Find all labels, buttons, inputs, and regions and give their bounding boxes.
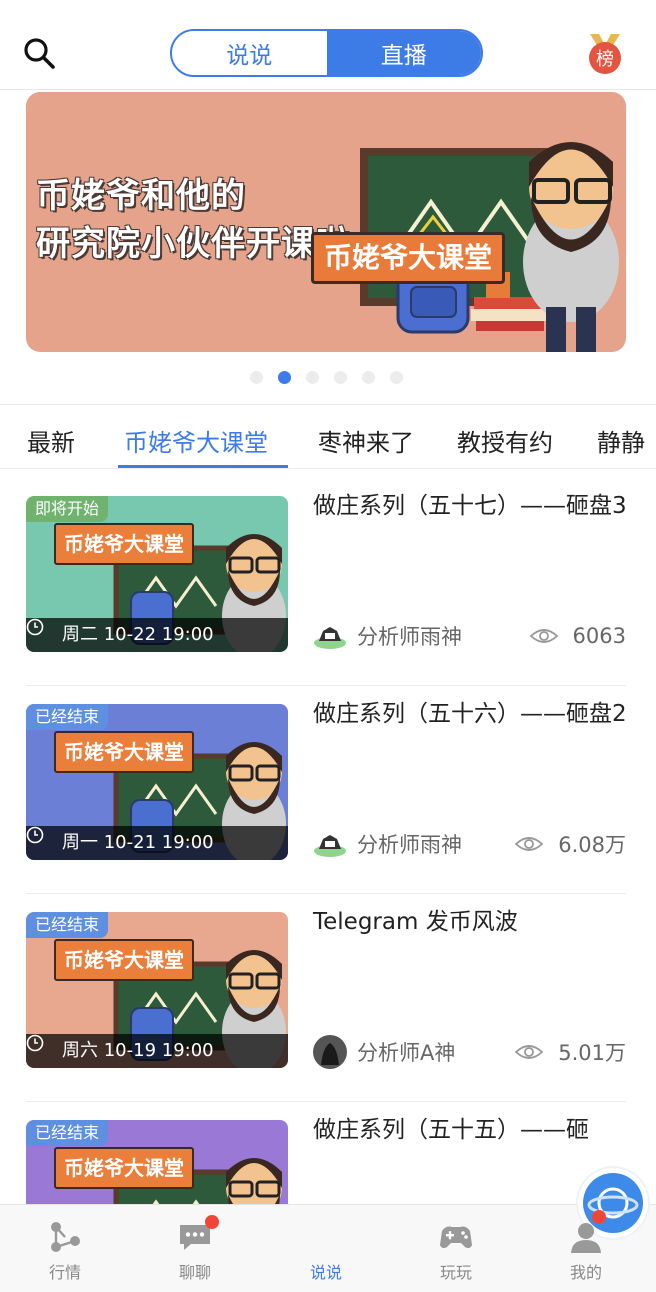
category-tab-classroom[interactable]: 币姥爷大课堂 <box>124 423 268 458</box>
banner-dot[interactable] <box>362 371 375 384</box>
banner-dot[interactable] <box>250 371 263 384</box>
live-card[interactable]: 币姥爷大课堂 已经结束 周一 10-21 19:00 做庄系列（五十六）——砸盘… <box>26 686 628 894</box>
clock-icon <box>26 826 44 844</box>
category-tabs: 最新 币姥爷大课堂 枣神来了 教授有约 静静 <box>0 404 656 469</box>
nav-shuoshuo[interactable]: 说说 <box>286 1168 648 1292</box>
nav-profile[interactable]: 我的 <box>546 1205 626 1292</box>
author[interactable]: 分析师A神 <box>313 1034 455 1070</box>
gamepad-icon <box>440 1226 472 1249</box>
user-icon <box>571 1223 601 1253</box>
view-count: 6.08万 <box>514 826 626 862</box>
category-tab-zaoshen[interactable]: 枣神来了 <box>318 423 414 458</box>
promo-banner[interactable]: 币姥爷和他的 研究院小伙伴开课啦 币姥爷大课堂 <box>26 92 626 352</box>
thumbnail-course-tag: 币姥爷大课堂 <box>54 731 194 773</box>
thumbnail-course-tag: 币姥爷大课堂 <box>54 523 194 565</box>
status-badge: 已经结束 <box>26 1120 109 1146</box>
author-name: 分析师A神 <box>357 1041 456 1065</box>
live-thumbnail[interactable]: 币姥爷大课堂 已经结束 周六 10-19 19:00 <box>26 912 288 1068</box>
banner-dot[interactable] <box>306 371 319 384</box>
nav-market[interactable]: 行情 <box>25 1205 105 1292</box>
author-name: 分析师雨神 <box>357 833 462 857</box>
schedule-time-text: 周六 10-19 19:00 <box>62 1040 214 1061</box>
live-card[interactable]: 币姥爷大课堂 即将开始 周二 10-22 19:00 做庄系列（五十七）——砸盘… <box>26 478 628 686</box>
banner-pagination <box>250 371 403 384</box>
live-title[interactable]: 做庄系列（五十五）——砸 <box>313 1112 628 1148</box>
banner-dot[interactable] <box>334 371 347 384</box>
notification-dot <box>205 1215 219 1229</box>
banner-dot-active[interactable] <box>278 371 291 384</box>
nav-label: 行情 <box>48 1263 81 1282</box>
category-tab-latest[interactable]: 最新 <box>27 423 75 458</box>
status-badge: 已经结束 <box>26 912 109 938</box>
market-nodes-icon <box>51 1222 80 1252</box>
view-count: 6063 <box>529 618 626 654</box>
banner-course-tag: 币姥爷大课堂 <box>311 232 506 284</box>
author[interactable]: 分析师雨神 <box>313 826 462 862</box>
nav-play[interactable]: 玩玩 <box>416 1205 496 1292</box>
top-bar: 说说 直播 榜 <box>0 0 656 90</box>
author-name: 分析师雨神 <box>357 625 462 649</box>
live-card[interactable]: 币姥爷大课堂 已经结束 周六 10-19 19:00 Telegram 发币风波… <box>26 894 626 1102</box>
view-count: 5.01万 <box>514 1034 626 1070</box>
thumbnail-course-tag: 币姥爷大课堂 <box>54 1147 194 1189</box>
view-count-text: 5.01万 <box>558 1041 626 1065</box>
clock-icon <box>26 1034 44 1052</box>
nav-chat[interactable]: 聊聊 <box>155 1205 235 1292</box>
banner-dot[interactable] <box>390 371 403 384</box>
clock-icon <box>26 618 44 636</box>
view-count-text: 6.08万 <box>558 833 626 857</box>
tab-shuoshuo[interactable]: 说说 <box>172 31 327 75</box>
status-badge: 已经结束 <box>26 704 109 730</box>
nav-label: 聊聊 <box>178 1263 211 1282</box>
nav-label: 玩玩 <box>439 1263 472 1282</box>
schedule-time: 周二 10-22 19:00 <box>26 618 288 652</box>
mode-segmented-control: 说说 直播 <box>170 29 483 77</box>
view-count-text: 6063 <box>572 624 626 648</box>
eye-icon <box>514 1045 544 1059</box>
author-avatar <box>314 627 346 649</box>
live-title[interactable]: 做庄系列（五十七）——砸盘3 <box>313 488 628 524</box>
schedule-time-text: 周二 10-22 19:00 <box>62 624 214 645</box>
tab-live[interactable]: 直播 <box>326 31 481 75</box>
live-thumbnail[interactable]: 币姥爷大课堂 已经结束 周一 10-21 19:00 <box>26 704 288 860</box>
status-badge: 即将开始 <box>26 496 109 522</box>
eye-icon <box>514 837 544 851</box>
category-tab-professor[interactable]: 教授有约 <box>457 423 553 458</box>
bottom-navigation: 行情 聊聊 说说 玩玩 我的 <box>0 1168 656 1292</box>
category-tab-jingjing[interactable]: 静静 <box>597 423 645 458</box>
eye-icon <box>529 629 558 643</box>
author-avatar <box>314 835 346 857</box>
live-thumbnail[interactable]: 币姥爷大课堂 即将开始 周二 10-22 19:00 <box>26 496 288 652</box>
nav-label: 我的 <box>569 1263 602 1282</box>
nav-label: 说说 <box>309 1263 342 1282</box>
search-icon[interactable] <box>22 36 56 70</box>
schedule-time: 周一 10-21 19:00 <box>26 826 288 860</box>
banner-headline-line1: 币姥爷和他的 <box>36 176 246 216</box>
schedule-time: 周六 10-19 19:00 <box>26 1034 288 1068</box>
author[interactable]: 分析师雨神 <box>313 618 462 654</box>
live-title[interactable]: Telegram 发币风波 <box>313 904 628 940</box>
author-avatar <box>313 1035 347 1069</box>
rank-label: 榜 <box>596 49 614 70</box>
notification-dot <box>592 1210 606 1224</box>
schedule-time-text: 周一 10-21 19:00 <box>62 832 214 853</box>
leaderboard-medal-icon[interactable]: 榜 <box>586 32 624 76</box>
live-title[interactable]: 做庄系列（五十六）——砸盘2 <box>313 696 628 732</box>
thumbnail-course-tag: 币姥爷大课堂 <box>54 939 194 981</box>
active-tab-indicator <box>118 465 288 468</box>
